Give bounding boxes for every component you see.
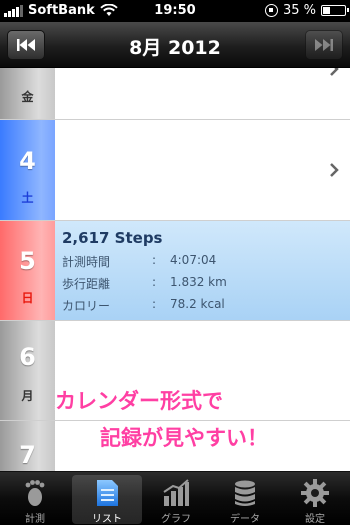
tab-list[interactable]: リスト [72, 475, 142, 525]
steps-count: 2,617 Steps [62, 229, 163, 247]
stat-value: 1.832 km [170, 275, 227, 289]
tab-label: 計測 [25, 514, 45, 525]
tab-measure[interactable]: 計測 [0, 475, 70, 525]
day-number: 5 [19, 247, 36, 275]
tab-data[interactable]: データ [210, 475, 280, 525]
caption-line-2: 記録が見やすい！ [100, 426, 268, 450]
next-month-button[interactable] [305, 30, 343, 60]
day-of-week: 月 [21, 389, 34, 403]
tab-bar: 計測 リスト グラフ データ 設定 [0, 471, 350, 525]
tab-label: データ [230, 514, 260, 525]
day-row-friday[interactable]: 金 [0, 68, 350, 120]
stat-label: カロリー [62, 299, 111, 313]
day-of-week: 土 [21, 191, 34, 205]
date-cell: 6 月 [0, 321, 55, 420]
battery-percent: 35 % [282, 3, 316, 18]
stat-row-time: 計測時間 : 4:07:04 [62, 253, 217, 269]
document-list-icon [97, 480, 118, 506]
gear-icon [301, 479, 329, 507]
caption-line-1: カレンダー形式で [55, 389, 223, 413]
tab-label: リスト [92, 514, 122, 525]
day-number: 6 [19, 343, 36, 371]
nav-bar: 8月 2012 [0, 22, 350, 68]
month-title: 8月 2012 [129, 37, 221, 59]
stat-value: 78.2 kcal [170, 297, 225, 311]
day-row-5[interactable]: 5 日 2,617 Steps 計測時間 : 4:07:04 歩行距離 : 1.… [0, 221, 350, 321]
tab-label: 設定 [305, 514, 325, 525]
date-cell: 5 日 [0, 221, 55, 320]
stat-label: 計測時間 [62, 255, 111, 269]
battery-icon [321, 5, 349, 16]
rotation-lock-icon [264, 4, 278, 17]
date-cell: 4 土 [0, 120, 55, 220]
date-cell: 金 [0, 68, 55, 119]
day-of-week: 日 [21, 291, 34, 305]
stat-row-distance: 歩行距離 : 1.832 km [62, 275, 227, 291]
tab-label: グラフ [161, 514, 191, 525]
day-number: 4 [19, 147, 36, 175]
tab-settings[interactable]: 設定 [280, 475, 350, 525]
day-of-week: 金 [21, 90, 34, 104]
stat-row-calories: カロリー : 78.2 kcal [62, 297, 225, 313]
database-icon [235, 480, 255, 506]
chevron-right-icon [330, 163, 339, 177]
fast-forward-icon [315, 39, 333, 51]
stat-value: 4:07:04 [170, 253, 217, 267]
day-row-4[interactable]: 4 土 [0, 120, 350, 221]
date-cell: 7 [0, 421, 55, 471]
status-bar: SoftBank 19:50 35 % [0, 0, 350, 22]
stat-label: 歩行距離 [62, 277, 111, 291]
day-number: 7 [19, 441, 36, 469]
tab-graph[interactable]: グラフ [141, 475, 211, 525]
chevron-right-icon [330, 68, 339, 76]
bar-chart-icon [163, 479, 189, 506]
footprint-icon [25, 480, 45, 506]
